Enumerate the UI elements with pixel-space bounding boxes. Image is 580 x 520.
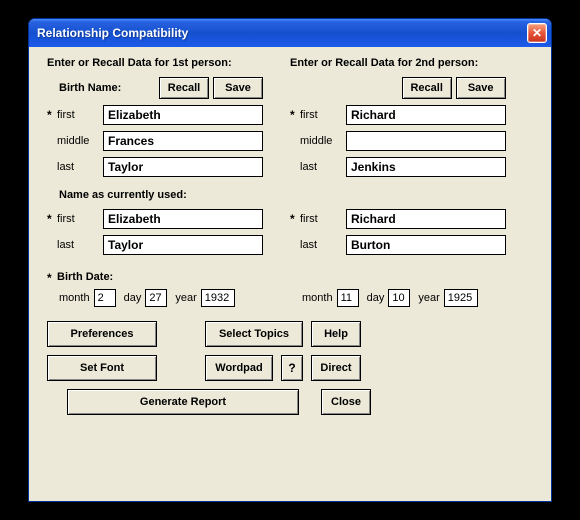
generate-report-button[interactable]: Generate Report (67, 389, 299, 415)
save-button-1[interactable]: Save (213, 77, 263, 99)
current-first-input-1[interactable] (103, 209, 263, 229)
birth-last-input-2[interactable] (346, 157, 506, 177)
month-label-2: month (302, 292, 333, 304)
birth-first-input-1[interactable] (103, 105, 263, 125)
current-name-label: Name as currently used: (59, 189, 533, 201)
dialog-window: Relationship Compatibility ✕ Enter or Re… (28, 18, 552, 502)
month-label-1: month (59, 292, 90, 304)
current-first-input-2[interactable] (346, 209, 506, 229)
required-asterisk: * (47, 212, 57, 226)
day-label-1: day (124, 292, 142, 304)
day-label-2: day (367, 292, 385, 304)
recall-button-1[interactable]: Recall (159, 77, 209, 99)
current-last-input-1[interactable] (103, 235, 263, 255)
birth-middle-input-1[interactable] (103, 131, 263, 151)
set-font-button[interactable]: Set Font (47, 355, 157, 381)
first-label-1: first (57, 109, 103, 121)
select-topics-button[interactable]: Select Topics (205, 321, 303, 347)
help-button[interactable]: Help (311, 321, 361, 347)
content-area: Enter or Recall Data for 1st person: Ent… (29, 47, 551, 431)
year-input-2[interactable] (444, 289, 478, 307)
wordpad-button[interactable]: Wordpad (205, 355, 273, 381)
required-asterisk: * (290, 212, 300, 226)
window-title: Relationship Compatibility (37, 26, 527, 40)
direct-button[interactable]: Direct (311, 355, 361, 381)
close-button[interactable]: Close (321, 389, 371, 415)
month-input-2[interactable] (337, 289, 359, 307)
titlebar: Relationship Compatibility ✕ (29, 19, 551, 47)
recall-button-2[interactable]: Recall (402, 77, 452, 99)
birth-date-label: Birth Date: (57, 271, 113, 285)
person1-header: Enter or Recall Data for 1st person: (47, 57, 290, 69)
close-icon[interactable]: ✕ (527, 23, 547, 43)
required-asterisk: * (290, 108, 300, 122)
month-input-1[interactable] (94, 289, 116, 307)
last-label-2: last (300, 161, 346, 173)
question-button[interactable]: ? (281, 355, 303, 381)
middle-label-2: middle (300, 135, 346, 147)
year-label-1: year (175, 292, 196, 304)
birth-name-label-1: Birth Name: (59, 82, 159, 94)
cur-last-label-2: last (300, 239, 346, 251)
year-label-2: year (418, 292, 439, 304)
middle-label-1: middle (57, 135, 103, 147)
birth-last-input-1[interactable] (103, 157, 263, 177)
cur-first-label-2: first (300, 213, 346, 225)
day-input-2[interactable] (388, 289, 410, 307)
first-label-2: first (300, 109, 346, 121)
person2-header: Enter or Recall Data for 2nd person: (290, 57, 533, 69)
required-asterisk: * (47, 271, 57, 285)
preferences-button[interactable]: Preferences (47, 321, 157, 347)
birth-first-input-2[interactable] (346, 105, 506, 125)
year-input-1[interactable] (201, 289, 235, 307)
day-input-1[interactable] (145, 289, 167, 307)
cur-last-label-1: last (57, 239, 103, 251)
cur-first-label-1: first (57, 213, 103, 225)
last-label-1: last (57, 161, 103, 173)
birth-middle-input-2[interactable] (346, 131, 506, 151)
required-asterisk: * (47, 108, 57, 122)
save-button-2[interactable]: Save (456, 77, 506, 99)
current-last-input-2[interactable] (346, 235, 506, 255)
